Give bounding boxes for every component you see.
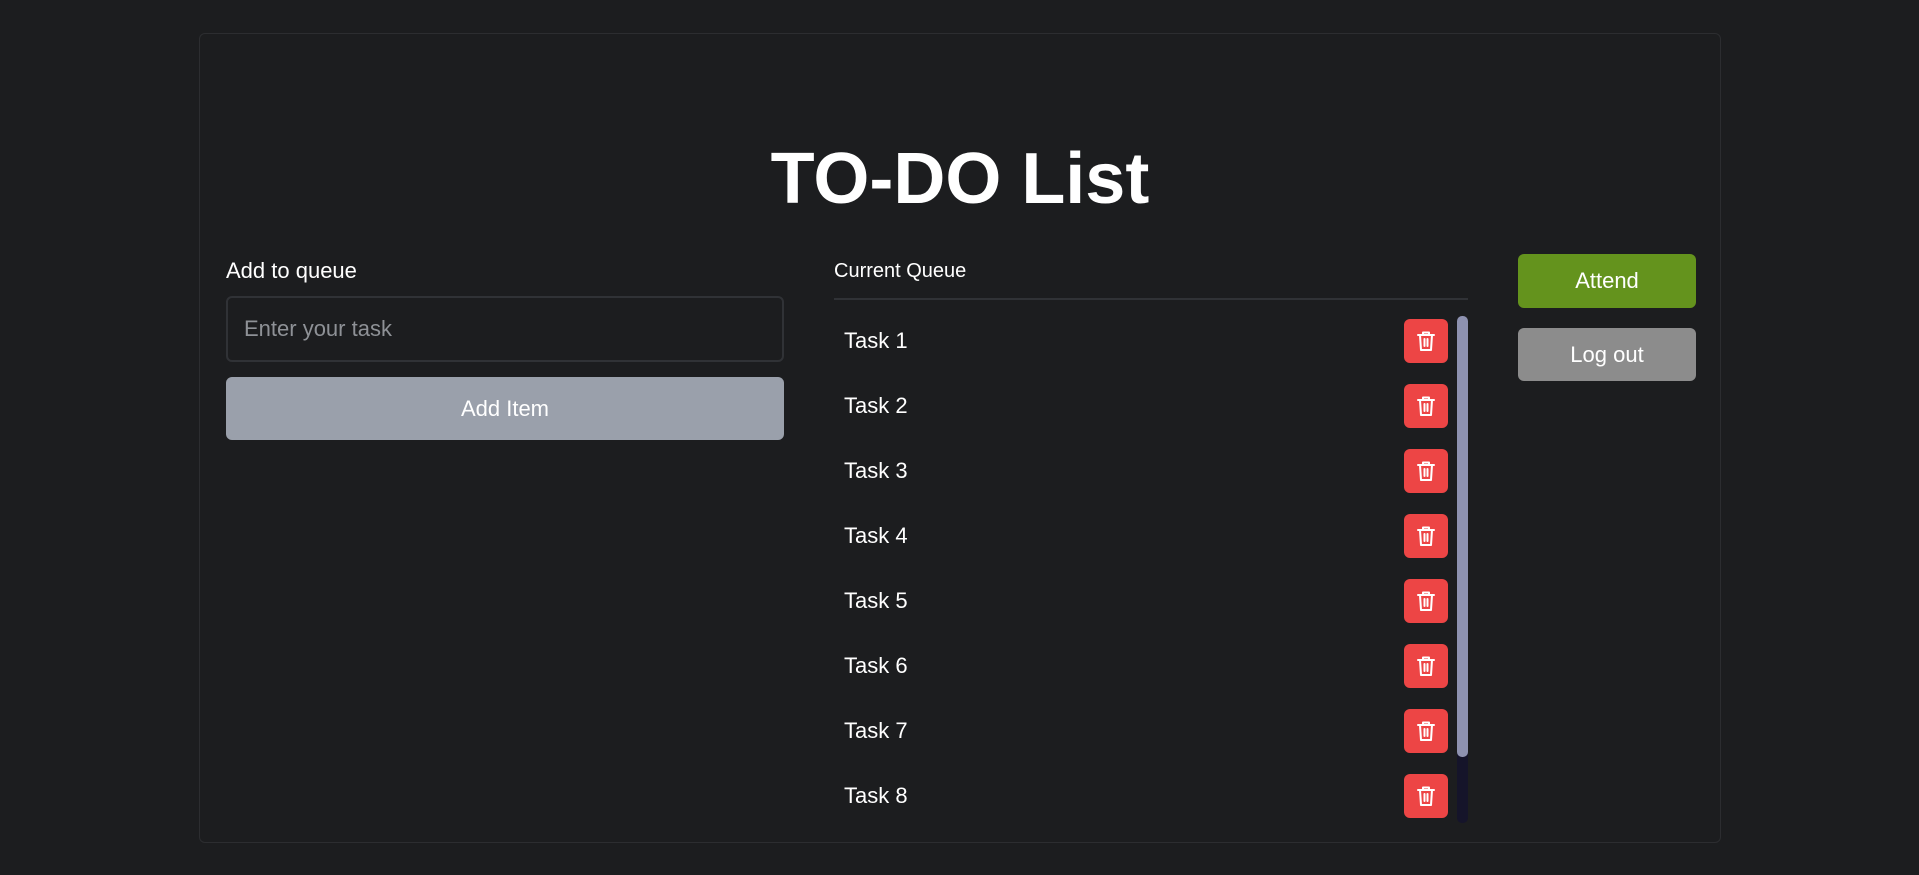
trash-icon: [1416, 720, 1436, 742]
queue-header: Current Queue: [834, 256, 1468, 300]
delete-task-button[interactable]: [1404, 773, 1448, 818]
queue-scrollbar[interactable]: [1457, 316, 1468, 823]
queue-item: Task 4: [834, 503, 1468, 568]
trash-icon: [1416, 525, 1436, 547]
queue-scrollbar-thumb[interactable]: [1457, 316, 1468, 757]
queue-item: Task 3: [834, 438, 1468, 503]
trash-icon: [1416, 655, 1436, 677]
queue-item-label: Task 5: [844, 587, 908, 613]
delete-task-button[interactable]: [1404, 318, 1448, 363]
queue-list: Task 1 Task 2 Task 3 Task 4 Task 5 Task 6 Task…: [834, 308, 1468, 823]
add-item-button[interactable]: Add Item: [226, 377, 784, 440]
delete-task-button[interactable]: [1404, 643, 1448, 688]
trash-icon: [1416, 785, 1436, 807]
queue-item: Task 5: [834, 568, 1468, 633]
trash-icon: [1416, 460, 1436, 482]
delete-task-button[interactable]: [1404, 448, 1448, 493]
logout-button[interactable]: Log out: [1518, 328, 1696, 381]
queue-item-label: Task 3: [844, 457, 908, 483]
queue-item-label: Task 7: [844, 717, 908, 743]
actions-panel: Attend Log out: [1518, 254, 1696, 381]
trash-icon: [1416, 395, 1436, 417]
task-input[interactable]: [226, 296, 784, 362]
delete-task-button[interactable]: [1404, 383, 1448, 428]
queue-item-label: Task 2: [844, 392, 908, 418]
queue-item-label: Task 1: [844, 327, 908, 353]
trash-icon: [1416, 590, 1436, 612]
delete-task-button[interactable]: [1404, 578, 1448, 623]
add-panel: Add to queue Add Item: [226, 256, 784, 440]
queue-item: Task 1: [834, 308, 1468, 373]
queue-item-label: Task 8: [844, 782, 908, 808]
queue-item: Task 6: [834, 633, 1468, 698]
queue-item: Task 8: [834, 763, 1468, 823]
page-title: TO-DO List: [770, 139, 1150, 219]
todo-card: TO-DO List Add to queue Add Item Current…: [199, 33, 1721, 843]
queue-item-label: Task 6: [844, 652, 908, 678]
delete-task-button[interactable]: [1404, 708, 1448, 753]
delete-task-button[interactable]: [1404, 513, 1448, 558]
add-to-queue-label: Add to queue: [226, 258, 357, 283]
queue-item-label: Task 4: [844, 522, 908, 548]
queue-item: Task 7: [834, 698, 1468, 763]
queue-panel: Current Queue Task 1 Task 2 Task 3 Task 4 Ta…: [834, 256, 1468, 823]
attend-button[interactable]: Attend: [1518, 254, 1696, 308]
trash-icon: [1416, 330, 1436, 352]
queue-item: Task 2: [834, 373, 1468, 438]
